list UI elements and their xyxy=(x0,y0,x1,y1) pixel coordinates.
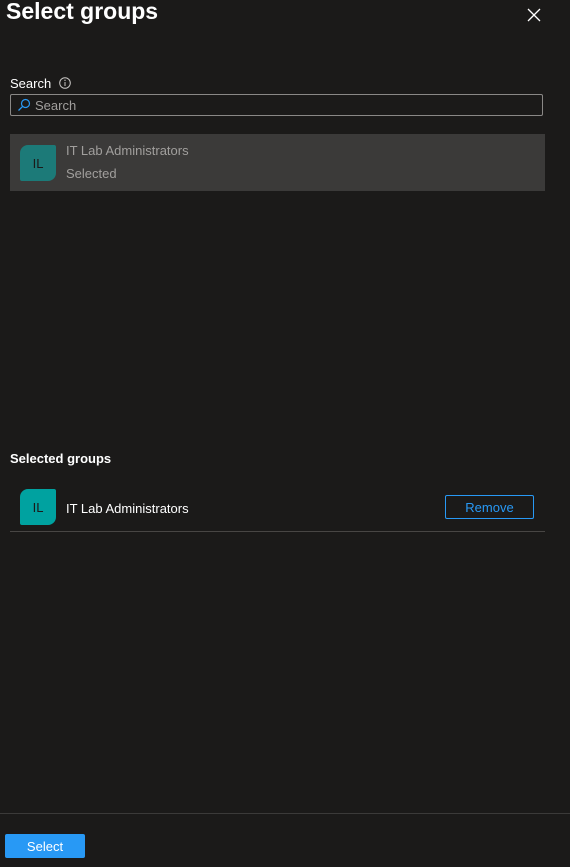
close-button[interactable] xyxy=(522,3,546,27)
footer-divider xyxy=(0,813,570,814)
selected-group-name: IT Lab Administrators xyxy=(66,501,189,516)
result-group-name: IT Lab Administrators xyxy=(66,143,189,158)
selected-group-row: IL IT Lab Administrators Remove xyxy=(10,483,545,532)
close-icon xyxy=(527,8,541,22)
search-label-row: Search xyxy=(10,75,72,91)
search-result-row[interactable]: IL IT Lab Administrators Selected xyxy=(10,134,545,191)
search-field[interactable] xyxy=(10,94,543,116)
select-groups-panel: Select groups Search IL IT Lab Administr… xyxy=(0,0,570,867)
result-status: Selected xyxy=(66,166,117,181)
info-icon[interactable] xyxy=(59,77,72,89)
panel-title: Select groups xyxy=(6,0,159,24)
remove-button[interactable]: Remove xyxy=(445,495,534,519)
search-icon xyxy=(18,98,31,111)
group-avatar: IL xyxy=(20,145,56,181)
select-button[interactable]: Select xyxy=(5,834,85,858)
search-input[interactable] xyxy=(35,95,542,115)
group-avatar: IL xyxy=(20,489,56,525)
selected-groups-heading: Selected groups xyxy=(10,451,112,466)
search-label: Search xyxy=(10,75,52,91)
